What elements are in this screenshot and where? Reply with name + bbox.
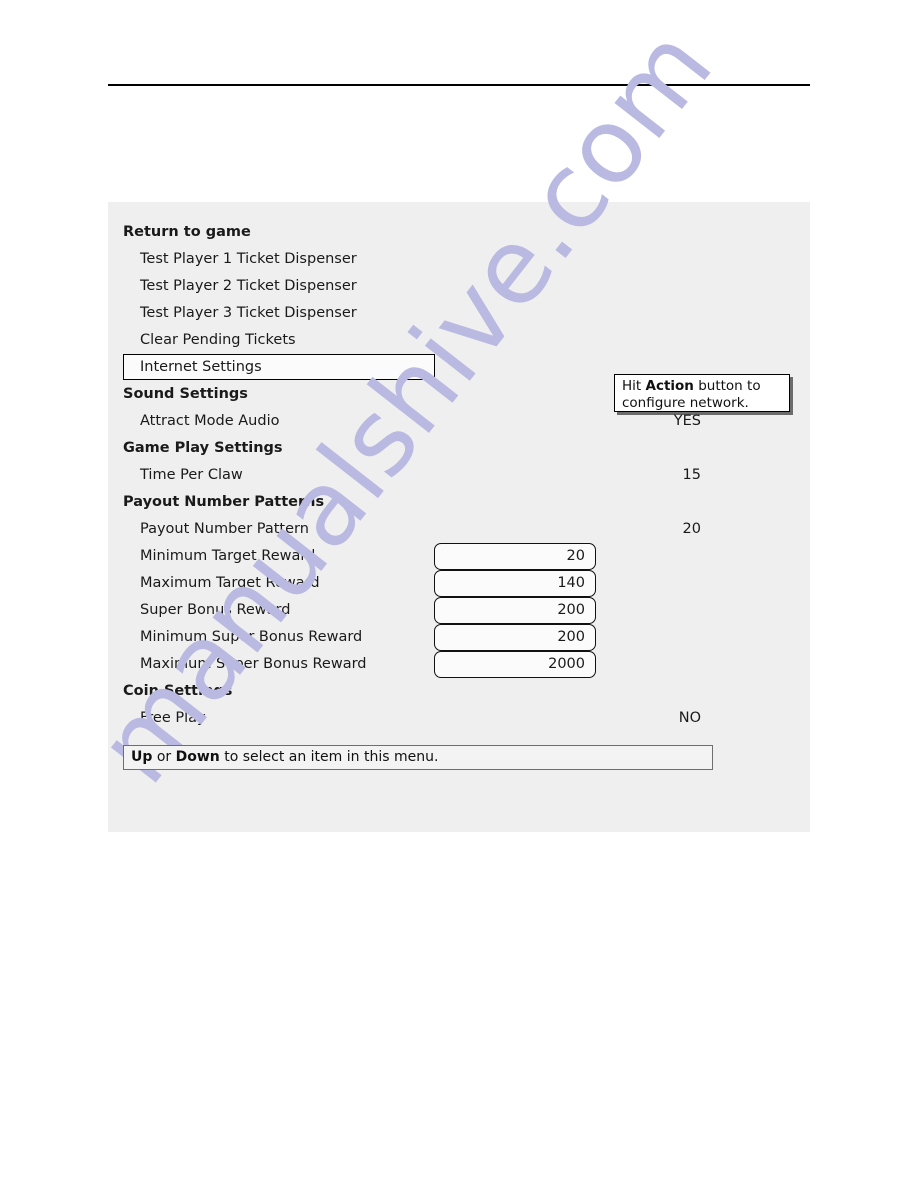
menu-row-label: Time Per Claw (140, 467, 243, 483)
value-input-text: 20 (566, 548, 585, 564)
tooltip-emphasis: Action (645, 378, 694, 394)
navigation-hint-bar: Up or Down to select an item in this men… (123, 745, 713, 770)
tooltip-callout: Hit Action button to configure network. (614, 374, 790, 412)
value-input-text: 140 (557, 575, 585, 591)
menu-row-label: Attract Mode Audio (140, 413, 280, 429)
menu-row[interactable]: Super Bonus Reward 200 (123, 597, 795, 624)
menu-row: Coin Settings (123, 678, 795, 705)
menu-row-value: YES (673, 413, 701, 429)
menu-row: Game Play Settings (123, 435, 795, 462)
menu-row-label: Sound Settings (123, 386, 248, 402)
menu-row-label: Maximum Super Bonus Reward (140, 656, 367, 672)
menu-row-label: Minimum Target Reward (140, 548, 316, 564)
menu-row-label: Payout Number Patterns (123, 494, 325, 510)
menu-row[interactable]: Minimum Target Reward 20 (123, 543, 795, 570)
value-input-box[interactable]: 200 (434, 624, 596, 651)
menu-row-label: Test Player 1 Ticket Dispenser (140, 251, 357, 267)
menu-row-label: Super Bonus Reward (140, 602, 291, 618)
menu-row[interactable]: Free Play NO (123, 705, 795, 732)
menu-row[interactable]: Test Player 2 Ticket Dispenser (123, 273, 795, 300)
settings-menu-panel: Return to game Test Player 1 Ticket Dispe… (108, 202, 810, 832)
value-input-box[interactable]: 200 (434, 597, 596, 624)
value-input-box[interactable]: 20 (434, 543, 596, 570)
menu-row-label: Payout Number Pattern (140, 521, 309, 537)
menu-row-label: Test Player 3 Ticket Dispenser (140, 305, 357, 321)
menu-row-label: Internet Settings (140, 359, 262, 375)
menu-row[interactable]: Minimum Super Bonus Reward 200 (123, 624, 795, 651)
menu-row-label: Minimum Super Bonus Reward (140, 629, 363, 645)
menu-row-label: Game Play Settings (123, 440, 283, 456)
menu-row-label: Clear Pending Tickets (140, 332, 296, 348)
menu-row-label: Test Player 2 Ticket Dispenser (140, 278, 357, 294)
hint-text: to select an item in this menu. (219, 749, 439, 765)
value-input-text: 200 (557, 629, 585, 645)
menu-row-label: Free Play (140, 710, 206, 726)
menu-row-label: Maximum Target Reward (140, 575, 320, 591)
menu-row-value: NO (678, 710, 701, 726)
value-input-text: 200 (557, 602, 585, 618)
page-header-rule (108, 84, 810, 86)
menu-row-value: 15 (682, 467, 701, 483)
menu-row-label: Return to game (123, 224, 251, 240)
menu-row[interactable]: Clear Pending Tickets (123, 327, 795, 354)
menu-row[interactable]: Payout Number Pattern 20 (123, 516, 795, 543)
menu-row[interactable]: Maximum Target Reward 140 (123, 570, 795, 597)
value-input-box[interactable]: 140 (434, 570, 596, 597)
menu-row[interactable]: Attract Mode Audio YES (123, 408, 795, 435)
menu-row: Payout Number Patterns (123, 489, 795, 516)
menu-row[interactable]: Test Player 3 Ticket Dispenser (123, 300, 795, 327)
menu-row: Return to game (123, 219, 795, 246)
value-input-box[interactable]: 2000 (434, 651, 596, 678)
menu-row-label: Coin Settings (123, 683, 233, 699)
menu-row-value: 20 (682, 521, 701, 537)
menu-row[interactable]: Test Player 1 Ticket Dispenser (123, 246, 795, 273)
hint-key-down: Down (175, 749, 220, 765)
hint-key-up: Up (131, 749, 153, 765)
value-input-text: 2000 (548, 656, 585, 672)
menu-row[interactable]: Maximum Super Bonus Reward 2000 (123, 651, 795, 678)
settings-menu-list: Return to game Test Player 1 Ticket Dispe… (108, 202, 810, 832)
hint-conjunction: or (152, 749, 176, 765)
menu-row[interactable]: Time Per Claw 15 (123, 462, 795, 489)
tooltip-prefix: Hit (622, 378, 646, 394)
